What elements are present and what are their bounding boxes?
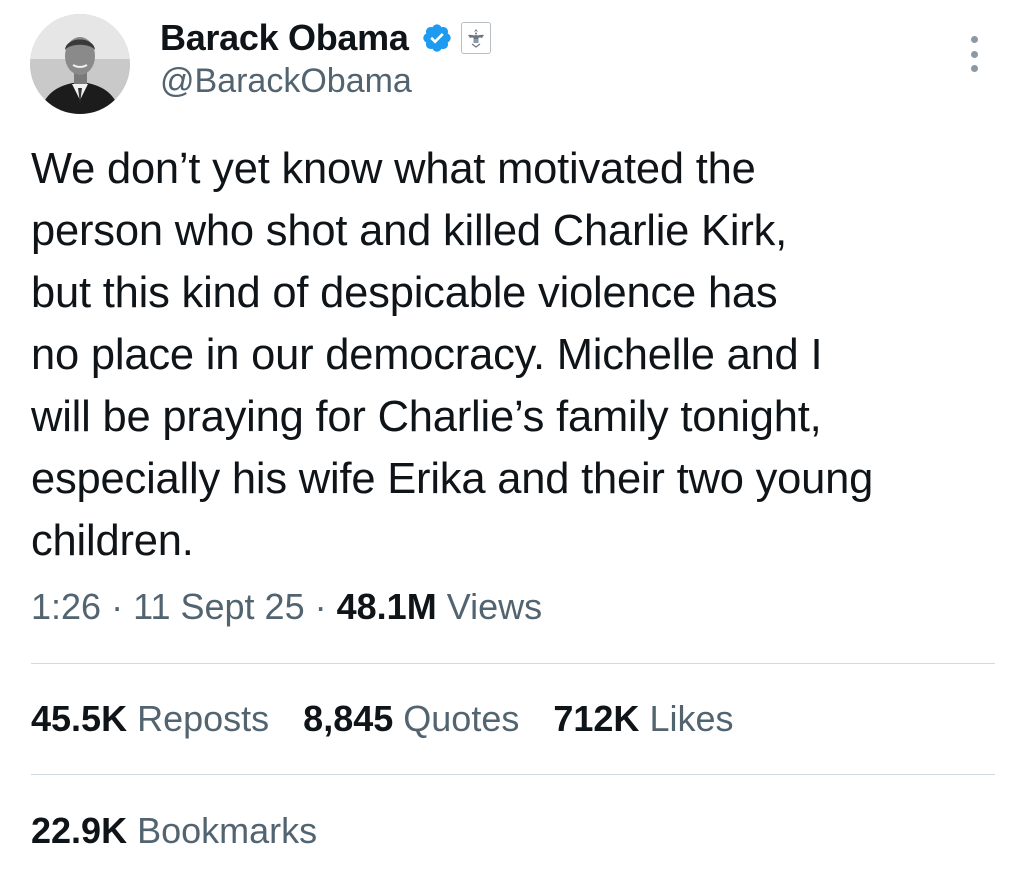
likes-stat[interactable]: 712K Likes — [553, 698, 733, 740]
reposts-label: Reposts — [137, 698, 270, 739]
quotes-stat[interactable]: 8,845 Quotes — [303, 698, 519, 740]
divider — [31, 663, 995, 664]
bookmarks-stat[interactable]: 22.9K Bookmarks — [31, 810, 317, 852]
bookmarks-label: Bookmarks — [137, 810, 318, 851]
reposts-stat[interactable]: 45.5K Reposts — [31, 698, 269, 740]
quotes-count: 8,845 — [303, 698, 394, 739]
tweet-text: We don’t yet know what motivated the per… — [31, 145, 874, 565]
avatar[interactable] — [30, 14, 130, 114]
reposts-count: 45.5K — [31, 698, 128, 739]
more-dot — [970, 36, 978, 43]
tweet-meta: 1:26 · 11 Sept 25 · 48.1M Views — [31, 586, 542, 628]
tweet-time[interactable]: 1:26 — [31, 586, 101, 627]
verified-badge-icon[interactable] — [421, 22, 453, 54]
more-vertical-icon[interactable] — [956, 36, 992, 72]
more-dot — [970, 50, 978, 58]
engagement-stats: 45.5K Reposts 8,845 Quotes 712K Likes — [31, 698, 767, 740]
quotes-label: Quotes — [403, 698, 520, 739]
more-dot — [970, 65, 978, 72]
divider — [31, 774, 995, 775]
likes-count: 712K — [553, 698, 640, 739]
author-name-row: Barack Obama — [160, 16, 491, 60]
tweet-date[interactable]: 11 Sept 25 — [133, 586, 304, 627]
us-government-seal-icon[interactable] — [460, 22, 491, 54]
bookmarks-count: 22.9K — [31, 810, 128, 851]
author-handle[interactable]: @BarackObama — [160, 62, 412, 101]
views-label: Views — [446, 586, 543, 627]
avatar-image — [30, 14, 130, 114]
likes-label: Likes — [649, 698, 734, 739]
meta-separator: · — [111, 586, 124, 627]
meta-separator: · — [314, 586, 327, 627]
views-count: 48.1M — [336, 586, 437, 627]
author-display-name[interactable]: Barack Obama — [160, 17, 409, 59]
